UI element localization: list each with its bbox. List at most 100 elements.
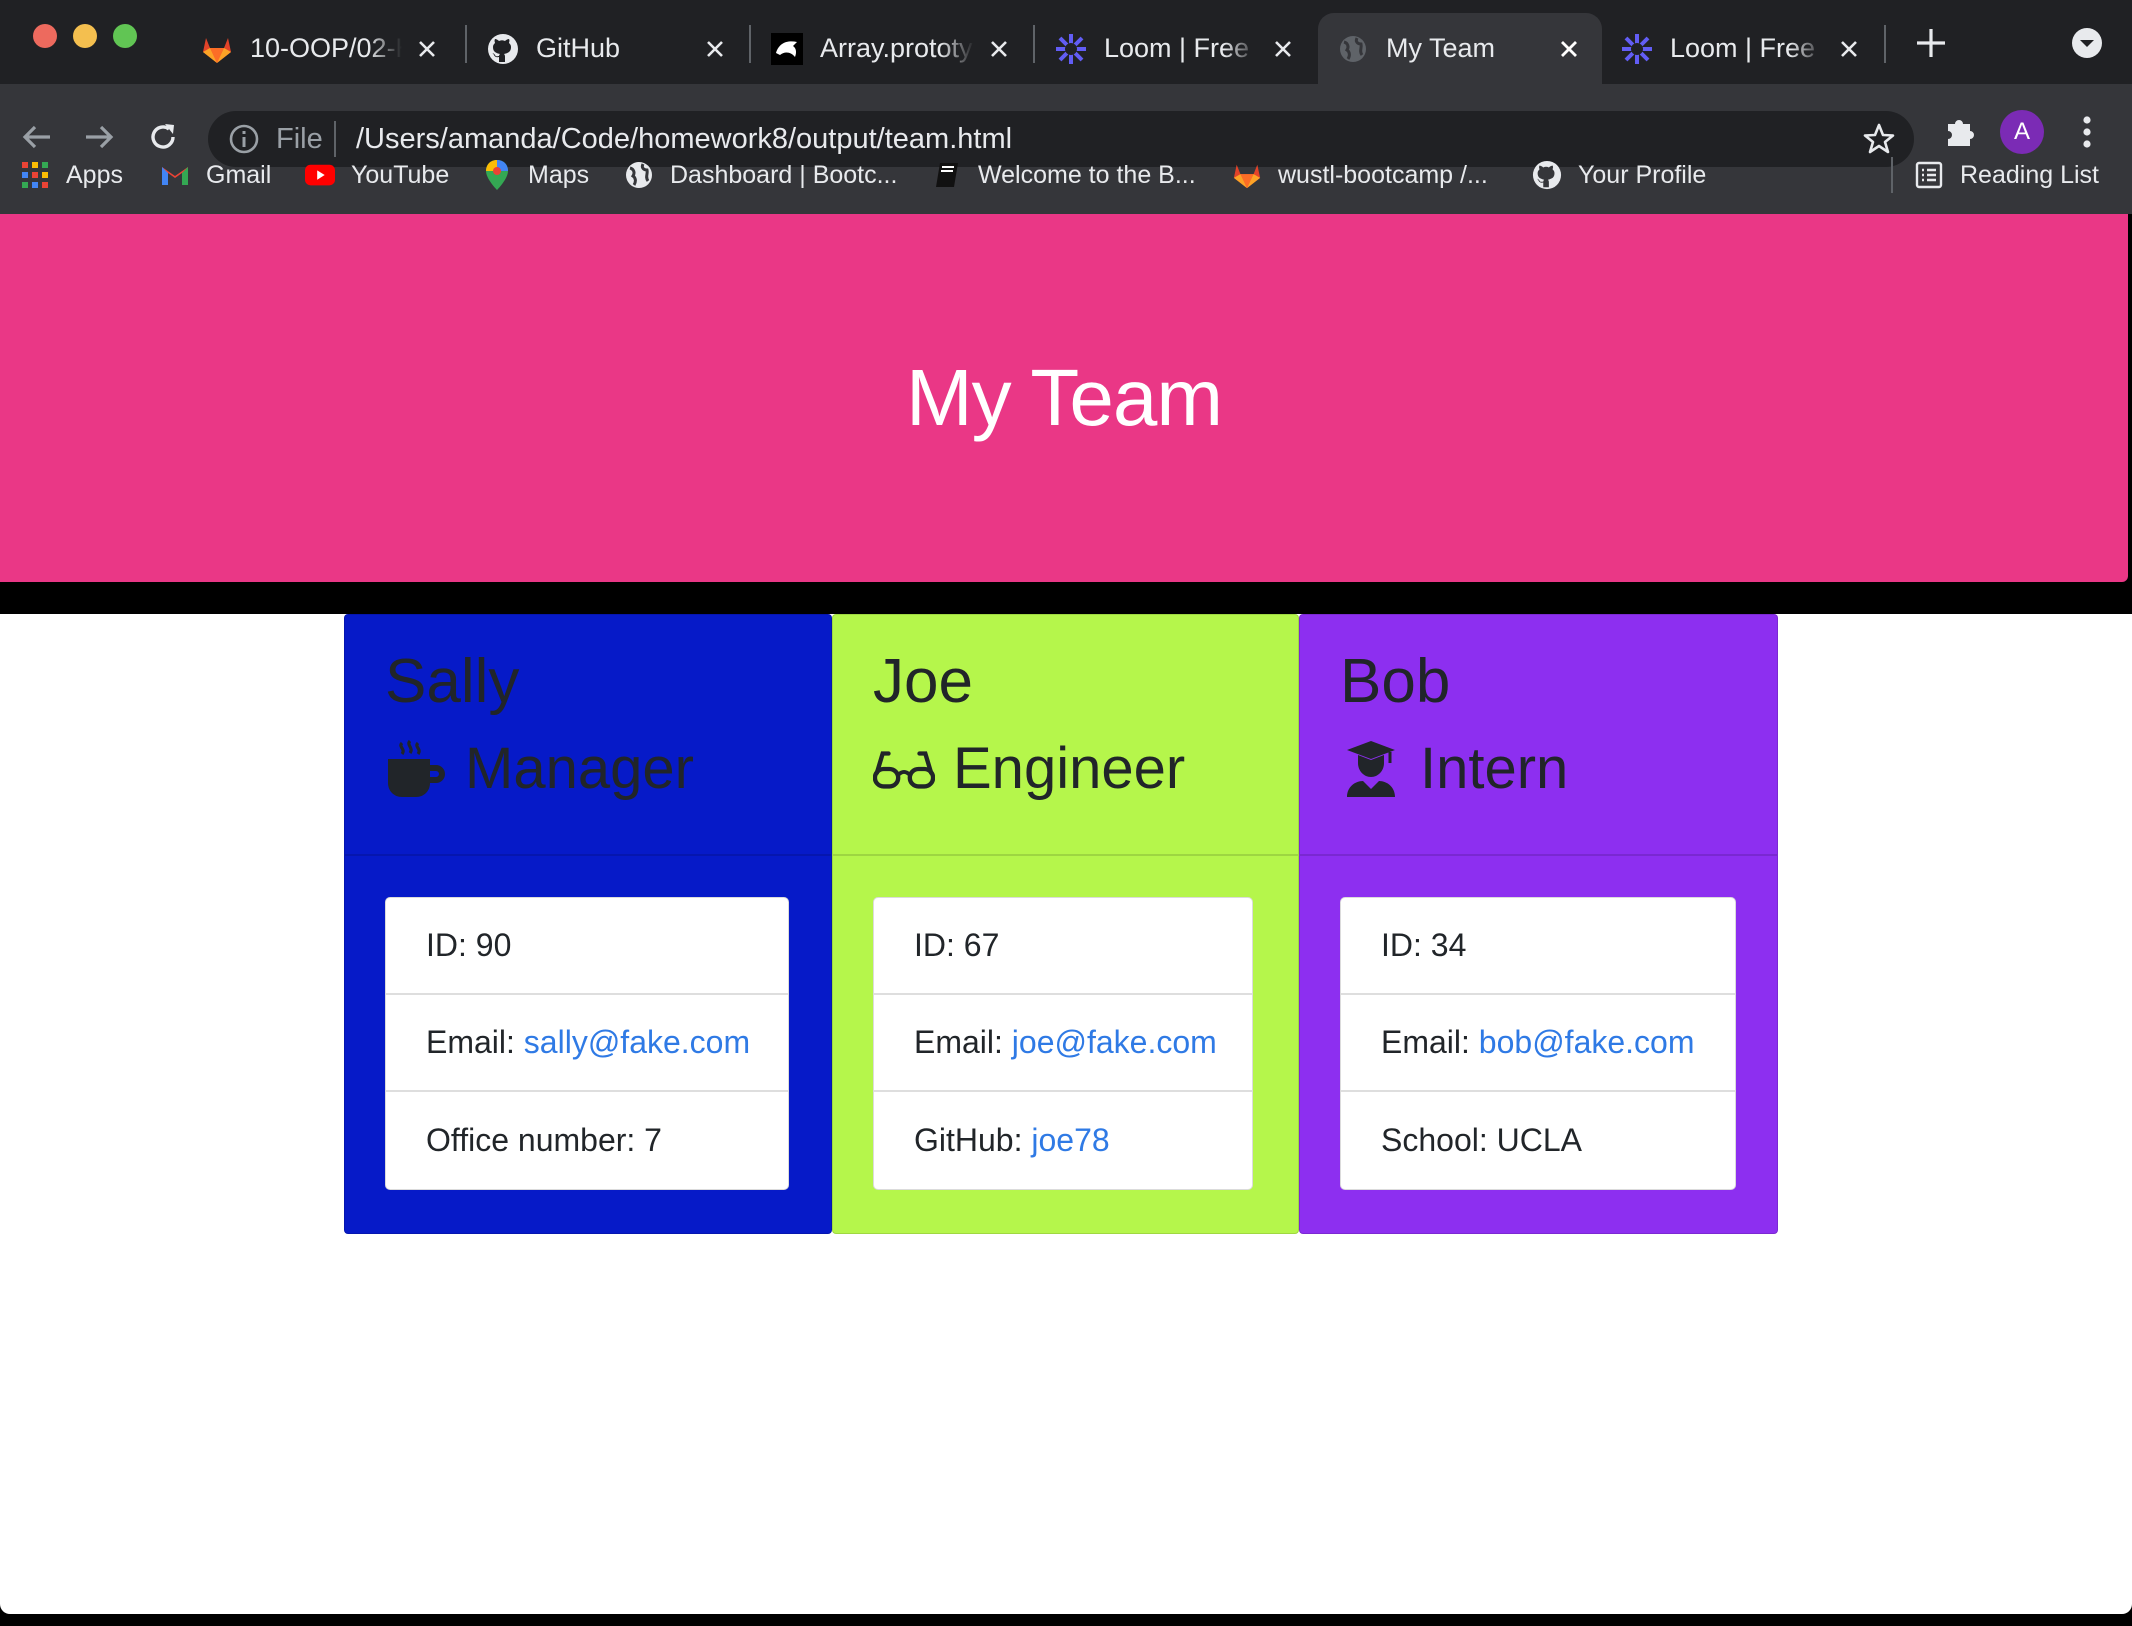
- card-header: Joe Engineer: [833, 615, 1298, 856]
- close-icon[interactable]: [1268, 34, 1298, 64]
- tab-label: 10-OOP/02-Homework: [250, 33, 402, 63]
- employee-id: ID: 34: [1341, 898, 1735, 995]
- bookmark-maps[interactable]: Maps: [482, 153, 589, 197]
- tab-github[interactable]: GitHub: [468, 13, 748, 84]
- tab-gitlab-homework[interactable]: 10-OOP/02-Homework: [182, 13, 460, 84]
- bookmark-label: YouTube: [351, 160, 450, 189]
- jumbotron-header: My Team: [0, 214, 2128, 582]
- tab-search-button[interactable]: [2070, 26, 2104, 60]
- bookmark-dashboard[interactable]: Dashboard | Bootc...: [624, 153, 897, 197]
- employee-details-list: ID: 34 Email: bob@fake.com School: UCLA: [1340, 897, 1736, 1190]
- tab-strip: 10-OOP/02-Homework GitHub Array.prototyp…: [0, 0, 2132, 84]
- employee-role: Intern: [1340, 731, 1777, 807]
- arrow-right-icon: [86, 125, 114, 149]
- globe-icon: [624, 160, 654, 190]
- coffee-mug-icon: [385, 738, 447, 800]
- bookmark-gmail[interactable]: Gmail: [160, 153, 271, 197]
- gitlab-icon: [1232, 160, 1262, 190]
- employee-email-row: Email: sally@fake.com: [386, 995, 788, 1092]
- github-prefix: GitHub:: [914, 1122, 1023, 1158]
- tab-loom-2[interactable]: Loom | Free Screen: [1602, 13, 1882, 84]
- minimize-window-button[interactable]: [73, 24, 97, 48]
- loom-icon: [1054, 32, 1088, 66]
- employee-card-manager: Sally Manager ID: 90 Email: sally@fake.c…: [344, 614, 832, 1234]
- email-link[interactable]: bob@fake.com: [1479, 1024, 1695, 1061]
- bookmark-label: Dashboard | Bootc...: [670, 160, 898, 189]
- employee-id: ID: 67: [874, 898, 1252, 995]
- employee-school: School: UCLA: [1381, 1122, 1582, 1158]
- tab-label: Loom | Free Screen: [1104, 33, 1258, 63]
- card-header: Sally Manager: [345, 615, 831, 856]
- bookmark-welcome[interactable]: Welcome to the B...: [932, 153, 1196, 197]
- employee-name: Sally: [385, 647, 520, 716]
- bookmark-label: Your Profile: [1578, 160, 1707, 189]
- info-icon[interactable]: [228, 123, 260, 155]
- profile-initial: A: [2013, 118, 2030, 145]
- tab-loom-1[interactable]: Loom | Free Screen: [1036, 13, 1316, 84]
- mdn-icon: [770, 32, 804, 66]
- maximize-window-button[interactable]: [113, 24, 137, 48]
- address-divider: [334, 121, 336, 157]
- close-icon[interactable]: [412, 34, 442, 64]
- bookmark-label: Maps: [528, 160, 590, 189]
- page-viewport: My Team Sally Manager ID: 90 Email: sall…: [0, 214, 2132, 1626]
- reload-icon: [151, 124, 175, 149]
- employee-email-row: Email: bob@fake.com: [1341, 995, 1735, 1092]
- employee-card-intern: Bob Intern ID: 34 Email: bob@fake.com Sc…: [1299, 614, 1778, 1234]
- address-url[interactable]: /Users/amanda/Code/homework8/output/team…: [356, 123, 1012, 155]
- youtube-icon: [305, 160, 335, 190]
- bookmark-label: Welcome to the B...: [978, 160, 1196, 189]
- reading-list-icon: [1914, 160, 1944, 190]
- arrow-left-icon: [22, 125, 50, 149]
- book-icon: [932, 160, 962, 190]
- browser-menu-button[interactable]: [2070, 110, 2104, 154]
- tab-label: Loom | Free Screen: [1670, 33, 1824, 63]
- employee-role: Manager: [385, 731, 831, 807]
- employee-role: Engineer: [873, 731, 1298, 807]
- tab-my-team[interactable]: My Team: [1318, 13, 1602, 84]
- bookmark-youtube[interactable]: YouTube: [305, 153, 449, 197]
- tab-label: Array.prototype: [820, 33, 974, 63]
- plus-icon: [1917, 29, 1945, 57]
- employee-office-number: Office number: 7: [426, 1122, 662, 1158]
- bookmark-apps[interactable]: Apps: [20, 153, 123, 197]
- graduate-icon: [1340, 738, 1402, 800]
- profile-avatar[interactable]: A: [2000, 110, 2044, 154]
- tab-separator: [1884, 25, 1886, 63]
- chevron-down-icon: [2072, 28, 2102, 58]
- puzzle-icon: [1948, 120, 1974, 146]
- employee-details-list: ID: 90 Email: sally@fake.com Office numb…: [385, 897, 789, 1190]
- star-icon[interactable]: [1862, 122, 1896, 156]
- close-icon[interactable]: [700, 34, 730, 64]
- extensions-button[interactable]: [1940, 112, 1980, 152]
- bookmark-label: Apps: [66, 160, 123, 189]
- bookmark-your-profile[interactable]: Your Profile: [1532, 153, 1706, 197]
- reading-list-label: Reading List: [1960, 160, 2099, 189]
- email-link[interactable]: sally@fake.com: [524, 1024, 750, 1061]
- card-header: Bob Intern: [1300, 615, 1777, 856]
- glasses-icon: [873, 738, 935, 800]
- bookmark-wustl-bootcamp[interactable]: wustl-bootcamp /...: [1232, 153, 1488, 197]
- tab-label: GitHub: [536, 33, 621, 63]
- address-scheme-label: File: [276, 123, 323, 155]
- bookmarks-bar: Apps Gmail YouTube Maps Dashboard | Boot…: [0, 153, 2132, 197]
- tab-array-prototype[interactable]: Array.prototype: [752, 13, 1032, 84]
- gmail-icon: [160, 160, 190, 190]
- tab-label: My Team: [1386, 33, 1496, 63]
- close-icon[interactable]: [1554, 34, 1584, 64]
- email-link[interactable]: joe@fake.com: [1012, 1024, 1217, 1061]
- new-tab-button[interactable]: [1912, 24, 1950, 62]
- employee-role-label: Manager: [465, 736, 694, 801]
- employee-github-row: GitHub: joe78: [874, 1092, 1252, 1189]
- github-link[interactable]: joe78: [1031, 1122, 1109, 1159]
- page-title: My Team: [905, 353, 1223, 442]
- reading-list-button[interactable]: Reading List: [1914, 153, 2099, 197]
- employee-details-list: ID: 67 Email: joe@fake.com GitHub: joe78: [873, 897, 1253, 1190]
- employee-name: Bob: [1340, 647, 1451, 716]
- close-window-button[interactable]: [33, 24, 57, 48]
- employee-card-engineer: Joe Engineer ID: 67 Email: joe@fake.com …: [832, 614, 1299, 1234]
- email-prefix: Email:: [426, 1024, 515, 1060]
- close-icon[interactable]: [1834, 34, 1864, 64]
- employee-email-row: Email: joe@fake.com: [874, 995, 1252, 1092]
- close-icon[interactable]: [984, 34, 1014, 64]
